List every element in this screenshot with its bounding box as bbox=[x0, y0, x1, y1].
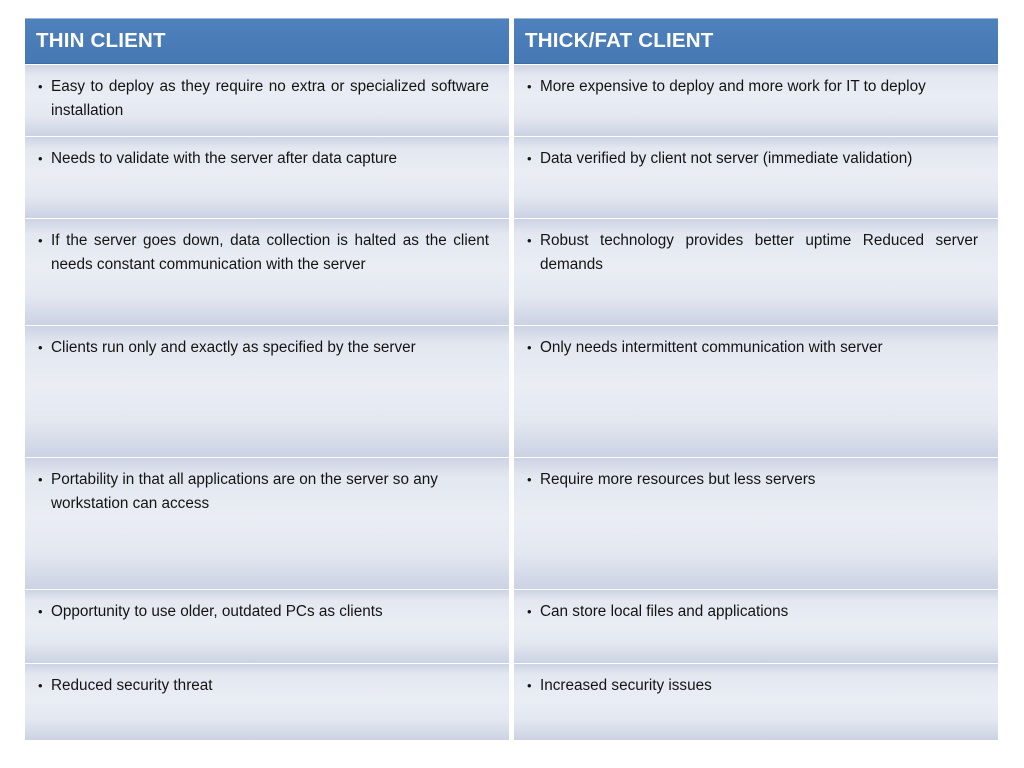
row-1-thin-client-cell: • Easy to deploy as they require no extr… bbox=[25, 64, 509, 136]
cell-content: • Needs to validate with the server afte… bbox=[25, 136, 509, 218]
cell-content: • Reduced security threat bbox=[25, 663, 509, 740]
comparison-table: THIN CLIENT THICK/FAT CLIENT • Easy to d… bbox=[25, 18, 998, 740]
bullet-item: • Increased security issues bbox=[514, 674, 984, 698]
cell-content: • Clients run only and exactly as specif… bbox=[25, 325, 509, 457]
row-5-thin-client-cell: • Portability in that all applications a… bbox=[25, 457, 509, 589]
row-6-thin-client-cell: • Opportunity to use older, outdated PCs… bbox=[25, 589, 509, 663]
row-3-thin-client-cell: • If the server goes down, data collecti… bbox=[25, 218, 509, 325]
bullet-text: Require more resources but less servers bbox=[540, 471, 816, 488]
row-3-thick-fat-client-cell: • Robust technology provides better upti… bbox=[514, 218, 998, 325]
bullet-text: Portability in that all applications are… bbox=[51, 471, 438, 512]
row-7-thick-fat-client-cell: • Increased security issues bbox=[514, 663, 998, 740]
bullet-text: If the server goes down, data collection… bbox=[51, 232, 489, 273]
table-header-row: THIN CLIENT THICK/FAT CLIENT bbox=[25, 18, 998, 64]
header-cell-thick-fat-client: THICK/FAT CLIENT bbox=[514, 18, 998, 64]
row-4-thick-fat-client-cell: • Only needs intermittent communication … bbox=[514, 325, 998, 457]
bullet-icon: • bbox=[38, 472, 43, 487]
bullet-text: Robust technology provides better uptime… bbox=[540, 232, 978, 273]
bullet-item: • Only needs intermittent communication … bbox=[514, 336, 984, 360]
header-cell-thin-client: THIN CLIENT bbox=[25, 18, 509, 64]
thin-client-header-bar: THIN CLIENT bbox=[25, 18, 509, 64]
bullet-text: Only needs intermittent communication wi… bbox=[540, 339, 883, 356]
bullet-icon: • bbox=[527, 340, 532, 355]
table-row: • Easy to deploy as they require no extr… bbox=[25, 64, 998, 136]
bullet-item: • Reduced security threat bbox=[25, 674, 495, 698]
row-7-thin-client-cell: • Reduced security threat bbox=[25, 663, 509, 740]
cell-content: • Opportunity to use older, outdated PCs… bbox=[25, 589, 509, 663]
row-4-thin-client-cell: • Clients run only and exactly as specif… bbox=[25, 325, 509, 457]
bullet-icon: • bbox=[38, 233, 43, 248]
bullet-text: Data verified by client not server (imme… bbox=[540, 150, 913, 167]
row-2-thick-fat-client-cell: • Data verified by client not server (im… bbox=[514, 136, 998, 218]
bullet-icon: • bbox=[38, 340, 43, 355]
bullet-icon: • bbox=[38, 604, 43, 619]
cell-content: • Portability in that all applications a… bbox=[25, 457, 509, 589]
bullet-icon: • bbox=[527, 151, 532, 166]
thin-client-header-label: THIN CLIENT bbox=[36, 28, 166, 52]
bullet-icon: • bbox=[527, 233, 532, 248]
table-row: • Portability in that all applications a… bbox=[25, 457, 998, 589]
row-6-thick-fat-client-cell: • Can store local files and applications bbox=[514, 589, 998, 663]
table-row: • Reduced security threat • Increased se… bbox=[25, 663, 998, 740]
bullet-text: Can store local files and applications bbox=[540, 603, 789, 620]
row-2-thin-client-cell: • Needs to validate with the server afte… bbox=[25, 136, 509, 218]
bullet-item: • Clients run only and exactly as specif… bbox=[25, 336, 495, 360]
thick-fat-client-header-bar: THICK/FAT CLIENT bbox=[514, 18, 998, 64]
bullet-text: Clients run only and exactly as specifie… bbox=[51, 339, 416, 356]
cell-content: • More expensive to deploy and more work… bbox=[514, 64, 998, 136]
bullet-item: • Can store local files and applications bbox=[514, 600, 984, 624]
table-row: • If the server goes down, data collecti… bbox=[25, 218, 998, 325]
bullet-icon: • bbox=[527, 472, 532, 487]
cell-content: • Can store local files and applications bbox=[514, 589, 998, 663]
thick-fat-client-header-label: THICK/FAT CLIENT bbox=[525, 28, 714, 52]
bullet-item: • Require more resources but less server… bbox=[514, 468, 984, 492]
cell-content: • Increased security issues bbox=[514, 663, 998, 740]
bullet-item: • Easy to deploy as they require no extr… bbox=[25, 75, 495, 123]
bullet-icon: • bbox=[38, 151, 43, 166]
bullet-text: Reduced security threat bbox=[51, 677, 213, 694]
bullet-icon: • bbox=[38, 79, 43, 94]
bullet-text: More expensive to deploy and more work f… bbox=[540, 78, 926, 95]
slide-canvas: THIN CLIENT THICK/FAT CLIENT • Easy to d… bbox=[0, 0, 1024, 768]
bullet-text: Increased security issues bbox=[540, 677, 712, 694]
bullet-item: • Robust technology provides better upti… bbox=[514, 229, 984, 277]
cell-content: • Require more resources but less server… bbox=[514, 457, 998, 589]
bullet-item: • Portability in that all applications a… bbox=[25, 468, 495, 516]
bullet-icon: • bbox=[527, 604, 532, 619]
row-5-thick-fat-client-cell: • Require more resources but less server… bbox=[514, 457, 998, 589]
table-row: • Needs to validate with the server afte… bbox=[25, 136, 998, 218]
bullet-icon: • bbox=[527, 79, 532, 94]
cell-content: • If the server goes down, data collecti… bbox=[25, 218, 509, 325]
bullet-text: Opportunity to use older, outdated PCs a… bbox=[51, 603, 383, 620]
cell-content: • Easy to deploy as they require no extr… bbox=[25, 64, 509, 136]
table-row: • Opportunity to use older, outdated PCs… bbox=[25, 589, 998, 663]
bullet-text: Easy to deploy as they require no extra … bbox=[51, 78, 489, 119]
bullet-item: • Data verified by client not server (im… bbox=[514, 147, 984, 171]
bullet-icon: • bbox=[527, 678, 532, 693]
bullet-item: • More expensive to deploy and more work… bbox=[514, 75, 984, 99]
cell-content: • Only needs intermittent communication … bbox=[514, 325, 998, 457]
bullet-item: • Opportunity to use older, outdated PCs… bbox=[25, 600, 495, 624]
table-row: • Clients run only and exactly as specif… bbox=[25, 325, 998, 457]
cell-content: • Data verified by client not server (im… bbox=[514, 136, 998, 218]
bullet-icon: • bbox=[38, 678, 43, 693]
cell-content: • Robust technology provides better upti… bbox=[514, 218, 998, 325]
bullet-item: • If the server goes down, data collecti… bbox=[25, 229, 495, 277]
row-1-thick-fat-client-cell: • More expensive to deploy and more work… bbox=[514, 64, 998, 136]
bullet-item: • Needs to validate with the server afte… bbox=[25, 147, 495, 171]
bullet-text: Needs to validate with the server after … bbox=[51, 150, 398, 167]
